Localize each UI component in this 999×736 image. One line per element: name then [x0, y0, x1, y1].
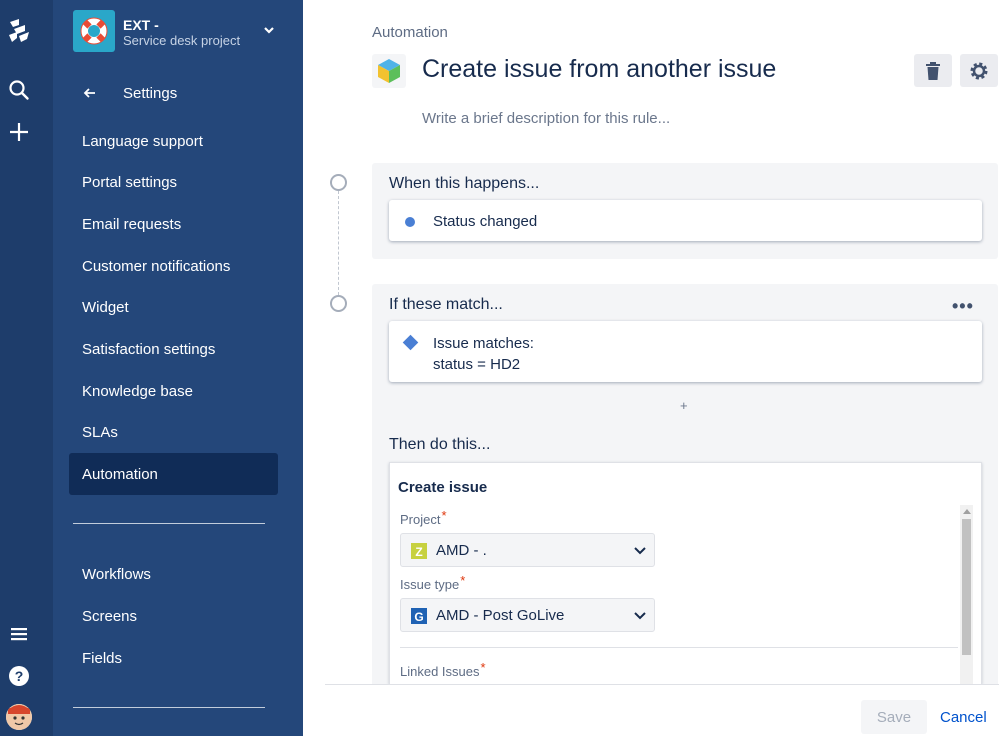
save-button[interactable]: Save: [861, 700, 927, 734]
breadcrumb[interactable]: Automation: [372, 24, 448, 41]
condition-diamond-icon: [402, 334, 419, 351]
project-label-text: Project: [400, 512, 441, 527]
form-scrollbar[interactable]: [960, 505, 973, 684]
global-nav: ?: [0, 0, 53, 736]
scroll-up-arrow-icon[interactable]: [963, 509, 971, 514]
more-options-button[interactable]: •••: [952, 296, 974, 317]
sidebar-divider-bottom: [73, 707, 265, 708]
linked-issues-field-label: Linked Issues*: [400, 660, 486, 679]
chevron-down-icon: [634, 612, 646, 620]
rule-description-input[interactable]: Write a brief description for this rule.…: [422, 110, 670, 127]
condition-card[interactable]: Issue matches: status = HD2: [389, 321, 982, 382]
chevron-down-icon[interactable]: [261, 22, 277, 38]
add-component-button[interactable]: +: [680, 398, 688, 413]
sidebar-item-portal-settings[interactable]: Portal settings: [69, 161, 278, 203]
create-plus-icon[interactable]: [4, 117, 34, 147]
jira-logo-icon[interactable]: [4, 16, 34, 46]
svg-text:?: ?: [15, 668, 24, 684]
delete-button[interactable]: [914, 54, 952, 87]
footer-bar: Save Cancel: [325, 684, 999, 736]
gear-icon: [970, 62, 988, 79]
trash-icon: [926, 61, 940, 80]
project-name[interactable]: EXT -: [123, 17, 159, 33]
trigger-dot-icon: [405, 217, 415, 227]
search-icon[interactable]: [4, 75, 34, 105]
issue-type-select-value: AMD - Post GoLive: [436, 607, 565, 624]
rule-settings-button[interactable]: [960, 54, 998, 87]
sidebar-item-language-support[interactable]: Language support: [69, 120, 278, 162]
if-heading: If these match...: [389, 296, 503, 313]
action-title: Create issue: [398, 479, 488, 496]
chevron-down-icon: [634, 547, 646, 555]
rule-title[interactable]: Create issue from another issue: [422, 55, 776, 84]
sidebar-item-widget[interactable]: Widget: [69, 286, 278, 328]
issue-type-icon: G: [411, 608, 427, 624]
then-heading: Then do this...: [389, 436, 491, 453]
back-to-settings[interactable]: Settings: [81, 84, 177, 102]
project-sidebar: EXT - Service desk project Settings Lang…: [53, 0, 303, 736]
create-issue-action-card: Create issue Project* Z AMD - . Issue ty…: [389, 462, 982, 684]
scrollbar-thumb[interactable]: [962, 519, 971, 655]
sidebar-item-satisfaction-settings[interactable]: Satisfaction settings: [69, 328, 278, 370]
timeline-node-trigger: [330, 174, 347, 191]
issue-type-label-text: Issue type: [400, 577, 460, 592]
issue-type-select[interactable]: G AMD - Post GoLive: [400, 598, 655, 632]
sidebar-item-email-requests[interactable]: Email requests: [69, 203, 278, 245]
cancel-button[interactable]: Cancel: [936, 700, 991, 734]
required-mark: *: [441, 508, 447, 523]
project-avatar-icon: Z: [411, 543, 427, 559]
back-label: Settings: [123, 84, 178, 102]
required-mark: *: [460, 573, 466, 588]
rule-cube-icon: [372, 54, 406, 88]
required-mark: *: [480, 660, 486, 675]
project-select-value: AMD - .: [436, 542, 487, 559]
linked-issues-label-text: Linked Issues: [400, 664, 480, 679]
svg-text:Z: Z: [415, 545, 422, 559]
sidebar-item-automation[interactable]: Automation: [69, 453, 278, 495]
sidebar-item-workflows[interactable]: Workflows: [69, 553, 278, 595]
project-select[interactable]: Z AMD - .: [400, 533, 655, 567]
trigger-card[interactable]: Status changed: [389, 200, 982, 241]
issue-type-field-label: Issue type*: [400, 573, 465, 592]
timeline-connector: [338, 191, 339, 295]
timeline-node-condition: [330, 295, 347, 312]
sidebar-item-slas[interactable]: SLAs: [69, 411, 278, 453]
project-type: Service desk project: [123, 33, 241, 48]
project-field-label: Project*: [400, 508, 447, 527]
svg-text:G: G: [414, 610, 423, 624]
condition-line-1: Issue matches:: [433, 335, 534, 352]
sidebar-item-screens[interactable]: Screens: [69, 595, 278, 637]
sidebar-item-fields[interactable]: Fields: [69, 637, 278, 679]
menu-icon[interactable]: [4, 619, 34, 649]
project-lifebuoy-icon[interactable]: [73, 10, 115, 52]
trigger-text: Status changed: [433, 213, 538, 230]
when-heading: When this happens...: [389, 175, 540, 192]
help-icon[interactable]: ?: [4, 661, 34, 691]
sidebar-item-knowledge-base[interactable]: Knowledge base: [69, 370, 278, 412]
arrow-left-icon: [83, 88, 95, 98]
user-avatar[interactable]: [6, 704, 32, 730]
condition-line-2: status = HD2: [433, 356, 521, 373]
form-divider: [400, 647, 958, 648]
sidebar-divider: [73, 523, 265, 524]
sidebar-item-customer-notifications[interactable]: Customer notifications: [69, 245, 278, 287]
